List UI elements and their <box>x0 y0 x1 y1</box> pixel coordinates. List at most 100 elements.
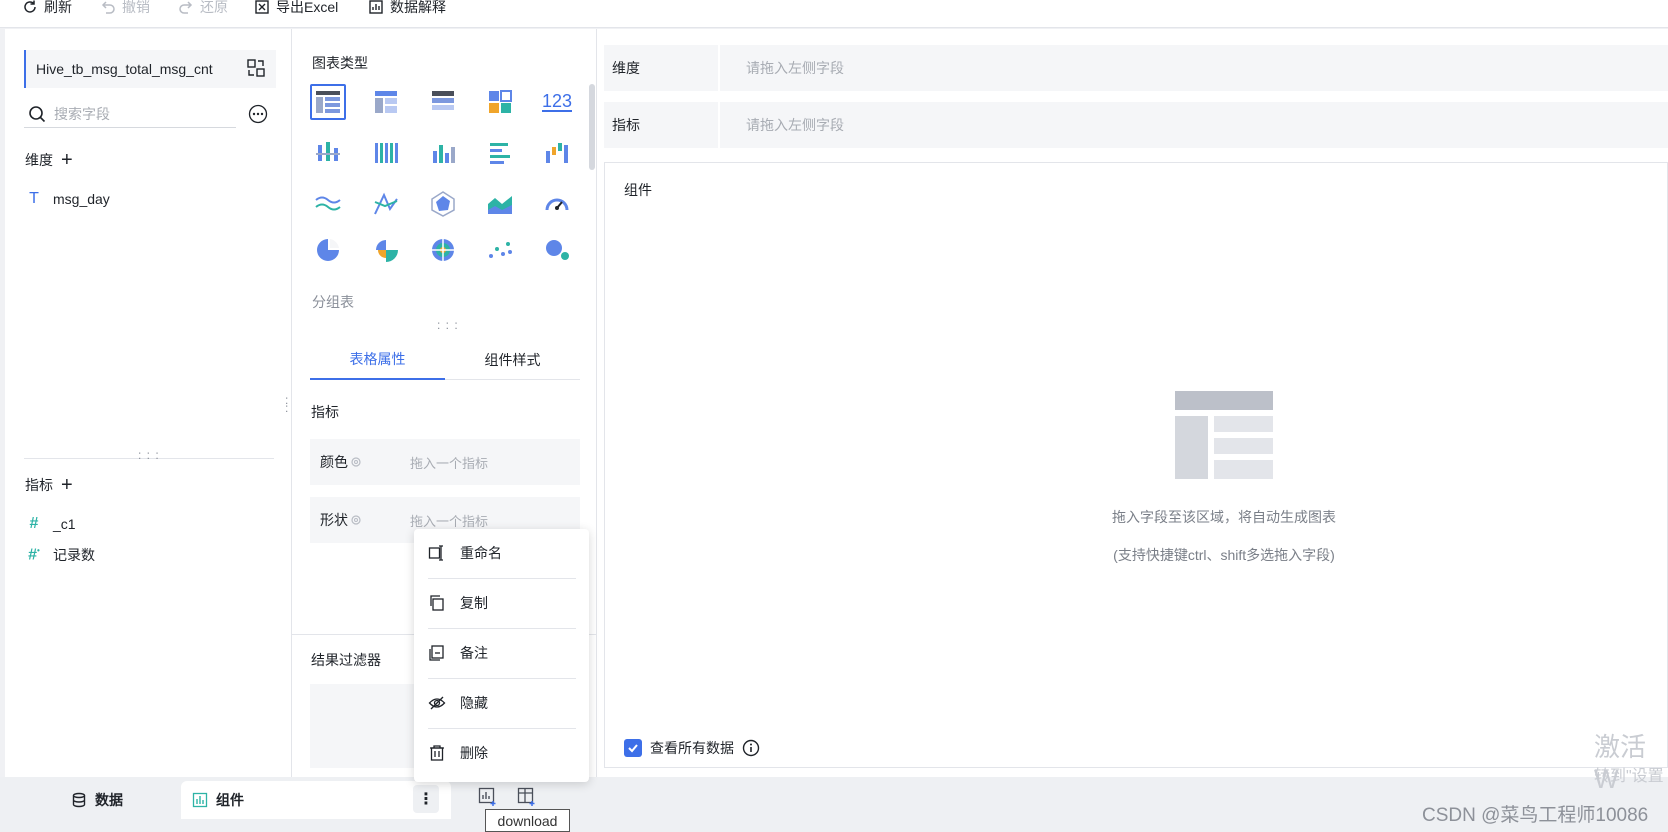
info-icon[interactable] <box>742 739 760 757</box>
tab-component[interactable]: 组件 <box>181 781 451 819</box>
add-table-component-icon[interactable] <box>517 787 537 807</box>
chart-type-scatter[interactable] <box>482 232 518 268</box>
search-input[interactable] <box>54 105 224 122</box>
metrics-section-title: 指标 <box>311 404 339 420</box>
chart-type-title: 图表类型 <box>312 55 368 71</box>
view-all-data-checkbox[interactable] <box>624 739 642 757</box>
data-explain-icon <box>369 0 383 14</box>
chart-type-indicator-number[interactable]: 123 <box>539 84 575 120</box>
column-chart-icon <box>433 145 455 163</box>
empty-table-illustration <box>1175 391 1273 479</box>
switch-dataset-icon[interactable] <box>246 58 266 78</box>
chart-type-column[interactable] <box>425 135 461 171</box>
menu-item-rename[interactable]: 重命名 <box>428 529 576 577</box>
chart-canvas[interactable] <box>604 162 1668 768</box>
chart-type-detail-table[interactable] <box>425 84 461 120</box>
menu-item-note[interactable]: 备注 <box>428 629 576 677</box>
chart-type-kpi-card[interactable] <box>482 84 518 120</box>
csdn-watermark: CSDN @菜鸟工程师10086 <box>1422 805 1649 826</box>
percent-column-icon <box>375 143 398 163</box>
chart-type-gauge[interactable] <box>539 186 575 222</box>
bar-chart-icon <box>490 143 510 164</box>
undo-icon <box>101 1 115 14</box>
refresh-button[interactable]: 刷新 <box>22 0 72 17</box>
chart-type-grouped-table[interactable] <box>310 84 346 120</box>
gear-icon[interactable] <box>350 456 362 468</box>
redo-label: 还原 <box>200 0 228 15</box>
chart-type-sunburst[interactable] <box>425 232 461 268</box>
metric-field-c1[interactable]: # _c1 <box>25 515 76 533</box>
chart-type-cross-table[interactable] <box>368 84 404 120</box>
bubble-chart-icon <box>546 240 569 260</box>
chart-type-scrollbar[interactable] <box>589 84 595 170</box>
tab-component-label: 组件 <box>216 792 244 808</box>
tab-component-style[interactable]: 组件样式 <box>445 340 580 380</box>
add-dimension-icon[interactable]: + <box>61 150 73 170</box>
scatter-chart-icon <box>489 242 512 258</box>
dimensions-title: 维度 <box>25 152 53 168</box>
metric-field-record-count[interactable]: #• 记录数 <box>25 545 95 565</box>
color-label-wrap: 颜色 <box>320 452 370 472</box>
resize-grip-icon[interactable]: : : : <box>138 449 160 461</box>
color-drop-zone[interactable]: 颜色 拖入一个指标 <box>310 439 580 485</box>
radar-chart-icon <box>431 191 455 217</box>
redo-button[interactable]: 还原 <box>178 0 228 17</box>
line-chart-icon <box>315 196 341 211</box>
hide-icon <box>428 696 446 710</box>
note-icon <box>429 645 444 661</box>
tab-data[interactable]: 数据 <box>63 781 131 819</box>
chart-type-bubble[interactable] <box>539 232 575 268</box>
chart-type-radar[interactable] <box>425 186 461 222</box>
tab-more-icon[interactable]: ⋮ <box>413 785 439 813</box>
vertical-resize-grip-icon[interactable]: :: <box>285 394 289 414</box>
dimension-shelf-label: 维度 <box>604 45 720 91</box>
data-panel <box>5 29 292 777</box>
field-name: 记录数 <box>53 547 95 563</box>
detail-table-icon <box>432 91 454 110</box>
download-tooltip: download <box>485 809 570 832</box>
gauge-icon <box>545 198 569 211</box>
chart-type-waterfall[interactable] <box>539 135 575 171</box>
text-type-icon: T <box>29 190 39 207</box>
chart-type-combo[interactable] <box>368 186 404 222</box>
delete-icon <box>430 745 444 761</box>
chart-type-area[interactable] <box>482 186 518 222</box>
menu-item-delete[interactable]: 删除 <box>428 729 576 777</box>
config-resize-grip-icon[interactable]: : : : <box>437 319 459 331</box>
more-options-icon[interactable] <box>248 104 268 124</box>
area-chart-icon <box>488 196 512 214</box>
undo-button[interactable]: 撤销 <box>100 0 150 17</box>
chart-type-rose[interactable] <box>368 232 404 268</box>
database-icon <box>72 792 86 808</box>
menu-item-copy[interactable]: 复制 <box>428 579 576 627</box>
metric-shelf[interactable]: 指标 请拖入左侧字段 <box>604 102 1668 148</box>
pie-chart-icon <box>317 239 339 261</box>
dataset-name: Hive_tb_msg_total_msg_cnt <box>36 61 213 77</box>
shape-placeholder: 拖入一个指标 <box>410 513 489 529</box>
chart-type-stacked-column[interactable] <box>310 135 346 171</box>
add-chart-component-icon[interactable] <box>478 787 498 807</box>
dataset-selector[interactable]: Hive_tb_msg_total_msg_cnt <box>24 50 276 88</box>
tab-table-properties[interactable]: 表格属性 <box>310 340 445 380</box>
copy-icon <box>430 595 444 611</box>
sunburst-icon <box>432 239 454 261</box>
dimension-shelf[interactable]: 维度 请拖入左侧字段 <box>604 45 1668 91</box>
shape-label: 形状 <box>320 512 348 528</box>
data-explain-button[interactable]: 数据解释 <box>368 0 446 17</box>
add-metric-icon[interactable]: + <box>61 475 73 495</box>
chart-type-percent-column[interactable] <box>368 135 404 171</box>
combo-chart-icon <box>374 192 398 215</box>
data-explain-label: 数据解释 <box>390 0 446 15</box>
chart-type-bar[interactable] <box>482 135 518 171</box>
gear-icon[interactable] <box>350 514 362 526</box>
export-excel-button[interactable]: 导出Excel <box>254 0 338 17</box>
chart-type-line[interactable] <box>310 186 346 222</box>
view-all-data-row: 查看所有数据 <box>624 738 760 758</box>
record-count-icon: #• <box>28 545 40 564</box>
menu-item-label: 隐藏 <box>460 695 488 711</box>
kpi-card-icon <box>489 90 512 113</box>
chart-type-pie[interactable] <box>310 232 346 268</box>
menu-item-hide[interactable]: 隐藏 <box>428 679 576 727</box>
dimension-field-msg-day[interactable]: T msg_day <box>25 190 110 208</box>
grouped-table-icon <box>316 91 340 113</box>
